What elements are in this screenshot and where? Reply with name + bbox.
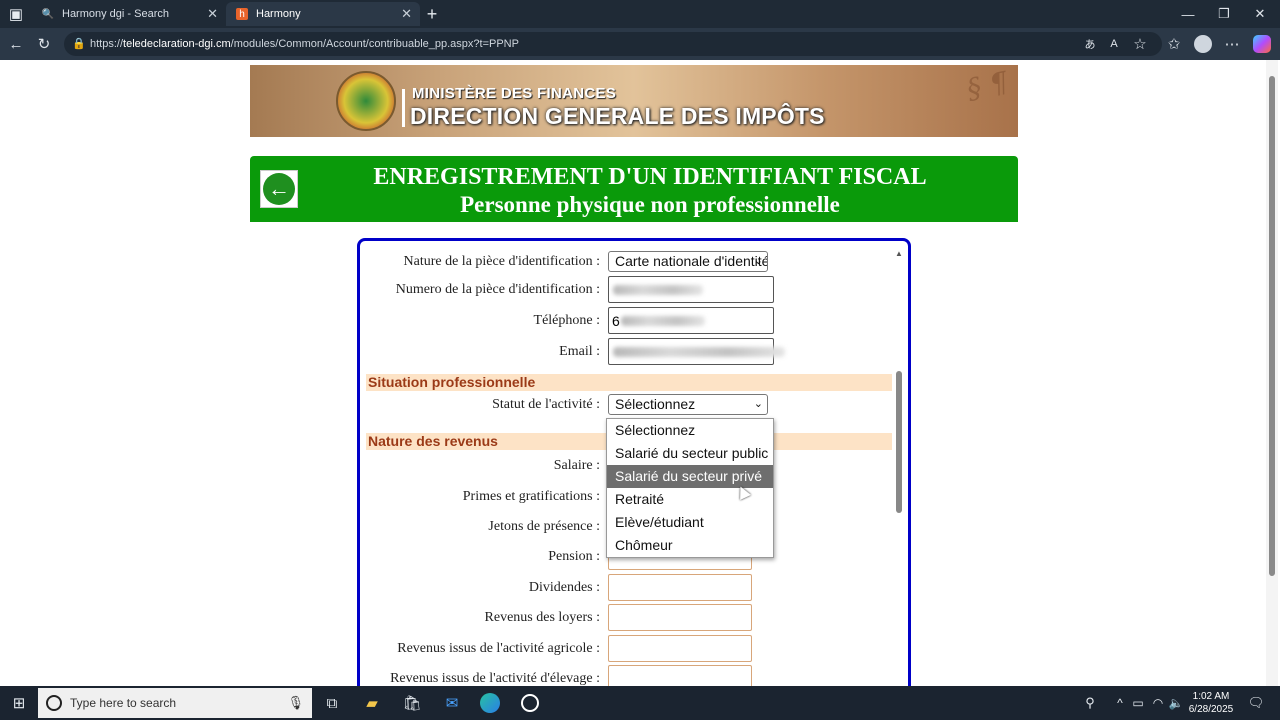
browser-tab-bar: ▣ 🔍 Harmony dgi - Search ✕ h Harmony ✕ +… [0, 0, 1280, 28]
recorder-icon[interactable] [518, 691, 542, 715]
scroll-up-icon[interactable]: ▲ [895, 249, 903, 258]
clock-time: 1:02 AM [1192, 691, 1230, 702]
email-label: Email : [559, 344, 600, 359]
back-icon[interactable]: ← [6, 34, 26, 54]
dgi-banner: MINISTÈRE DES FINANCES DIRECTION GENERAL… [250, 65, 1018, 137]
tab-actions-icon[interactable]: ▣ [4, 2, 28, 26]
site-info-icon[interactable]: 🔒 [72, 37, 86, 50]
tab-title: Harmony dgi - Search [62, 8, 169, 20]
id-type-select[interactable]: Carte nationale d'identité ⌄ [608, 251, 768, 272]
copilot-icon[interactable] [1252, 34, 1272, 54]
file-explorer-icon[interactable]: ▰ [360, 691, 384, 715]
tab-search[interactable]: 🔍 Harmony dgi - Search ✕ [32, 2, 226, 26]
url-prefix: https:// [90, 38, 124, 50]
maximize-icon[interactable]: ❐ [1206, 0, 1242, 28]
dropdown-option[interactable]: Elève/étudiant [607, 511, 773, 534]
phone-label: Téléphone : [533, 313, 600, 328]
immersive-reader-icon[interactable]: A [1104, 34, 1124, 54]
favorites-icon[interactable]: ✩ [1164, 34, 1184, 54]
salaire-label: Salaire : [553, 458, 600, 473]
new-tab-icon[interactable]: + [420, 2, 444, 26]
task-view-icon[interactable]: ⧉ [320, 691, 344, 715]
address-bar: ← ↻ 🔒 https://teledeclaration-dgi.cm/mod… [0, 28, 1280, 60]
activity-status-select[interactable]: Sélectionnez ⌄ [608, 394, 768, 415]
phone-input[interactable]: 6 [608, 307, 774, 334]
people-icon[interactable]: ⚲ [1078, 691, 1102, 715]
tab-title: Harmony [256, 8, 301, 20]
store-icon[interactable]: 🛍 [400, 691, 424, 715]
dropdown-option[interactable]: Salarié du secteur public [607, 442, 773, 465]
system-clock[interactable]: 1:02 AM 6/28/2025 [1183, 690, 1239, 716]
dividendes-input[interactable] [608, 574, 752, 601]
elevage-input[interactable] [608, 665, 752, 686]
chevron-down-icon: ⌄ [753, 255, 763, 267]
elevage-label: Revenus issus de l'activité d'élevage : [390, 671, 600, 686]
id-type-label: Nature de la pièce d'identification : [403, 254, 601, 269]
windows-start-icon[interactable]: ⊞ [7, 691, 31, 715]
url-path: /modules/Common/Account/contribuable_pp.… [230, 38, 519, 50]
chevron-down-icon: ⌄ [753, 398, 763, 410]
close-window-icon[interactable]: ✕ [1242, 0, 1278, 28]
mail-icon[interactable]: ✉ [440, 691, 464, 715]
page-title: ENREGISTREMENT D'UN IDENTIFIANT FISCAL [373, 164, 927, 190]
taskbar-search[interactable]: Type here to search 🎙 [38, 688, 312, 718]
edge-icon[interactable] [478, 691, 502, 715]
search-icon: 🔍 [41, 8, 55, 20]
banner-divider [402, 89, 405, 127]
taskbar-search-placeholder: Type here to search [70, 696, 177, 710]
form-scrollbar[interactable]: ▲ [894, 249, 904, 686]
section-situation-professionnelle: Situation professionnelle [366, 374, 892, 391]
primes-label: Primes et gratifications : [462, 489, 600, 504]
direction-title: DIRECTION GENERALE DES IMPÔTS [410, 103, 825, 129]
id-number-label: Numero de la pièce d'identification : [395, 282, 600, 297]
activity-status-label: Statut de l'activité : [492, 397, 600, 412]
pension-label: Pension : [548, 549, 600, 564]
form-scroll-thumb[interactable] [896, 371, 902, 513]
minimize-icon[interactable]: — [1170, 0, 1206, 28]
clock-date: 6/28/2025 [1188, 704, 1234, 715]
cortana-icon [46, 695, 62, 711]
close-tab-icon[interactable]: ✕ [207, 6, 218, 22]
read-aloud-icon[interactable]: あ [1080, 34, 1100, 54]
redacted-value [613, 285, 703, 295]
email-input[interactable] [608, 338, 785, 365]
dividendes-label: Dividendes : [528, 580, 600, 595]
more-menu-icon[interactable]: ⋯ [1222, 34, 1242, 54]
page-scrollbar[interactable] [1266, 60, 1278, 686]
url-field[interactable]: 🔒 https://teledeclaration-dgi.cm/modules… [64, 32, 1162, 56]
jetons-label: Jetons de présence : [488, 519, 600, 534]
id-type-value: Carte nationale d'identité [615, 253, 768, 269]
coat-of-arms-icon [336, 71, 396, 131]
loyers-label: Revenus des loyers : [484, 610, 600, 625]
notifications-icon[interactable]: 🗨 [1244, 691, 1268, 715]
close-tab-icon[interactable]: ✕ [401, 6, 412, 22]
loyers-input[interactable] [608, 604, 752, 631]
id-number-input[interactable] [608, 276, 774, 303]
windows-taskbar: ⊞ Type here to search 🎙 ⧉ ▰ 🛍 ✉ ⚲ ^ ▭ ◠ … [0, 686, 1280, 720]
tab-harmony[interactable]: h Harmony ✕ [226, 2, 420, 26]
harmony-favicon-icon: h [236, 8, 248, 20]
page-scroll-thumb[interactable] [1269, 76, 1275, 576]
phone-value: 6 [612, 313, 620, 329]
profile-avatar-icon[interactable] [1193, 34, 1213, 54]
ministry-title: MINISTÈRE DES FINANCES [412, 85, 617, 102]
microphone-icon[interactable]: 🎙 [287, 695, 304, 711]
form-header: ← ENREGISTREMENT D'UN IDENTIFIANT FISCAL… [250, 156, 1018, 222]
redacted-value [613, 347, 785, 357]
refresh-icon[interactable]: ↻ [34, 34, 54, 54]
banner-decoration: § ¶ [964, 65, 1011, 106]
agricole-input[interactable] [608, 635, 752, 662]
favorite-star-icon[interactable]: ☆ [1130, 34, 1150, 54]
agricole-label: Revenus issus de l'activité agricole : [397, 641, 600, 656]
dropdown-option-highlighted[interactable]: Salarié du secteur privé [607, 465, 773, 488]
redacted-value [621, 316, 705, 326]
activity-status-value: Sélectionnez [615, 396, 696, 412]
activity-status-dropdown: Sélectionnez Salarié du secteur public S… [606, 418, 774, 558]
page-viewport: MINISTÈRE DES FINANCES DIRECTION GENERAL… [4, 60, 1278, 686]
dropdown-option[interactable]: Sélectionnez [607, 419, 773, 442]
dropdown-option[interactable]: Chômeur [607, 534, 773, 557]
page-subtitle: Personne physique non professionnelle [460, 192, 840, 217]
url-domain: teledeclaration-dgi.cm [123, 38, 231, 50]
